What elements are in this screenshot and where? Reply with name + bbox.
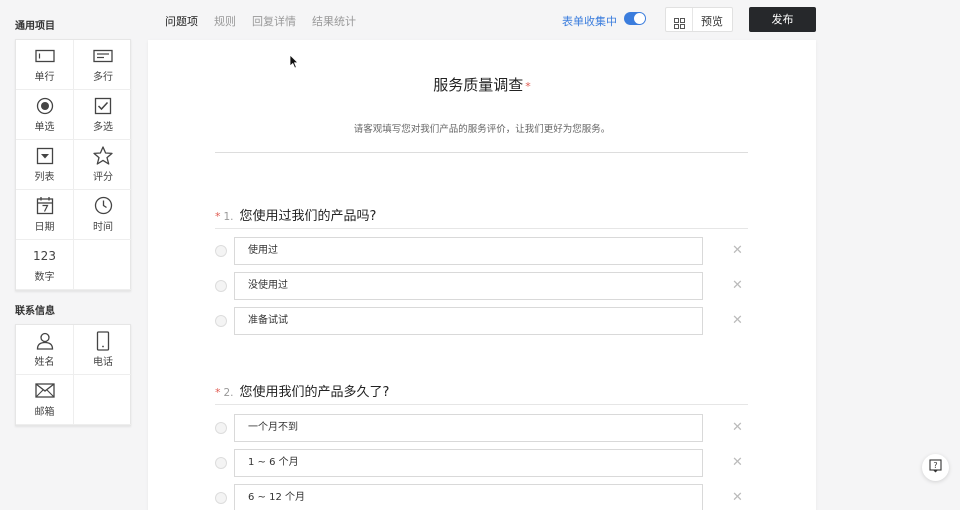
radio-icon: [35, 97, 55, 115]
preview-button[interactable]: 预览: [701, 13, 723, 29]
contact-items-grid: 姓名 电话 邮箱: [15, 324, 132, 426]
mouse-cursor-icon: [289, 54, 299, 73]
common-items-grid: 单行 多行 单选 多选 列表 评分 日期 时间 123 数字: [15, 39, 132, 291]
form-description[interactable]: 请客观填写您对我们产品的服务评价，让我们更好为您服务。: [148, 121, 816, 135]
question-number: 2.: [223, 387, 234, 399]
question-text: 您使用我们的产品多久了?: [239, 385, 390, 400]
question-text: 您使用过我们的产品吗?: [239, 209, 377, 224]
contact-items-title: 联系信息: [15, 306, 55, 317]
tab-statistics[interactable]: 结果统计: [312, 13, 356, 29]
svg-text:?: ?: [933, 461, 937, 470]
delete-option-icon[interactable]: ✕: [732, 313, 743, 328]
option-row: 一个月不到 ✕: [215, 414, 775, 442]
common-items-title: 通用项目: [15, 21, 55, 32]
empty-cell: [74, 240, 132, 290]
tab-bar: 问题项 规则 回复详情 结果统计: [165, 13, 372, 29]
field-name[interactable]: 姓名: [16, 325, 74, 375]
option-input[interactable]: 6 ~ 12 个月: [234, 484, 703, 510]
delete-option-icon[interactable]: ✕: [732, 490, 743, 505]
question-title[interactable]: * 2. 您使用我们的产品多久了?: [215, 381, 389, 400]
field-label: 邮箱: [34, 406, 55, 418]
clock-icon: [93, 196, 113, 215]
radio-button[interactable]: [215, 280, 227, 292]
option-row: 使用过 ✕: [215, 237, 775, 265]
radio-button[interactable]: [215, 457, 227, 469]
radio-button[interactable]: [215, 315, 227, 327]
field-label: 多行: [93, 71, 113, 83]
field-label: 数字: [34, 271, 55, 283]
delete-option-icon[interactable]: ✕: [732, 278, 743, 293]
field-radio[interactable]: 单选: [16, 90, 74, 140]
field-time[interactable]: 时间: [74, 190, 132, 240]
phone-icon: [93, 330, 113, 351]
field-date[interactable]: 日期: [16, 190, 74, 240]
option-input[interactable]: 使用过: [234, 237, 703, 265]
publish-button[interactable]: 发布: [749, 7, 816, 32]
question-divider: [215, 404, 748, 405]
option-row: 1 ~ 6 个月 ✕: [215, 449, 775, 477]
person-icon: [35, 332, 55, 350]
field-multi-line[interactable]: 多行: [74, 40, 132, 90]
question-title[interactable]: * 1. 您使用过我们的产品吗?: [215, 205, 376, 224]
question-divider: [215, 228, 748, 229]
option-input[interactable]: 准备试试: [234, 307, 703, 335]
radio-button[interactable]: [215, 422, 227, 434]
tab-responses[interactable]: 回复详情: [252, 13, 296, 29]
multi-line-icon: [93, 47, 113, 65]
option-input[interactable]: 一个月不到: [234, 414, 703, 442]
field-label: 列表: [34, 171, 55, 183]
option-input[interactable]: 没使用过: [234, 272, 703, 300]
delete-option-icon[interactable]: ✕: [732, 455, 743, 470]
help-icon: ?: [929, 458, 942, 477]
form-card: 服务质量调查 * 请客观填写您对我们产品的服务评价，让我们更好为您服务。 * 1. 您…: [148, 40, 816, 510]
radio-button[interactable]: [215, 245, 227, 257]
option-row: 准备试试 ✕: [215, 307, 775, 335]
checkbox-icon: [93, 97, 113, 115]
required-mark: *: [215, 386, 221, 399]
field-label: 评分: [93, 171, 113, 183]
field-label: 单行: [34, 71, 55, 83]
field-label: 单选: [34, 121, 55, 133]
number-icon: 123: [33, 248, 56, 263]
form-divider: [215, 152, 748, 153]
tab-questions[interactable]: 问题项: [165, 13, 198, 29]
field-rating[interactable]: 评分: [74, 140, 132, 190]
field-number[interactable]: 123 数字: [16, 240, 74, 290]
field-single-line[interactable]: 单行: [16, 40, 74, 90]
radio-button[interactable]: [215, 492, 227, 504]
tab-rules[interactable]: 规则: [214, 13, 236, 29]
field-dropdown[interactable]: 列表: [16, 140, 74, 190]
help-button[interactable]: ?: [922, 454, 949, 481]
delete-option-icon[interactable]: ✕: [732, 420, 743, 435]
collect-status-label: 表单收集中: [562, 15, 617, 28]
option-row: 6 ~ 12 个月 ✕: [215, 484, 775, 510]
field-label: 日期: [34, 221, 55, 233]
preview-separator: [692, 8, 693, 31]
form-title-row[interactable]: 服务质量调查 *: [148, 74, 816, 95]
form-title: 服务质量调查: [433, 76, 524, 94]
required-mark: *: [215, 210, 221, 223]
field-label: 电话: [93, 356, 113, 368]
preview-group: 预览: [665, 7, 733, 32]
qr-code-icon[interactable]: [674, 14, 685, 29]
required-mark: *: [525, 80, 531, 93]
mail-icon: [34, 382, 55, 400]
field-label: 多选: [93, 121, 113, 133]
single-line-icon: [34, 47, 55, 65]
collect-toggle[interactable]: [624, 12, 646, 25]
delete-option-icon[interactable]: ✕: [732, 243, 743, 258]
empty-cell: [74, 375, 132, 425]
top-bar: 问题项 规则 回复详情 结果统计 表单收集中 预览 发布: [0, 0, 960, 40]
calendar-icon: [35, 197, 55, 215]
dropdown-icon: [35, 147, 55, 165]
option-input[interactable]: 1 ~ 6 个月: [234, 449, 703, 477]
field-email[interactable]: 邮箱: [16, 375, 74, 425]
option-row: 没使用过 ✕: [215, 272, 775, 300]
field-checkbox[interactable]: 多选: [74, 90, 132, 140]
field-phone[interactable]: 电话: [74, 325, 132, 375]
field-label: 姓名: [34, 356, 55, 368]
question-number: 1.: [223, 211, 234, 223]
field-label: 时间: [93, 221, 113, 233]
star-icon: [93, 146, 113, 165]
